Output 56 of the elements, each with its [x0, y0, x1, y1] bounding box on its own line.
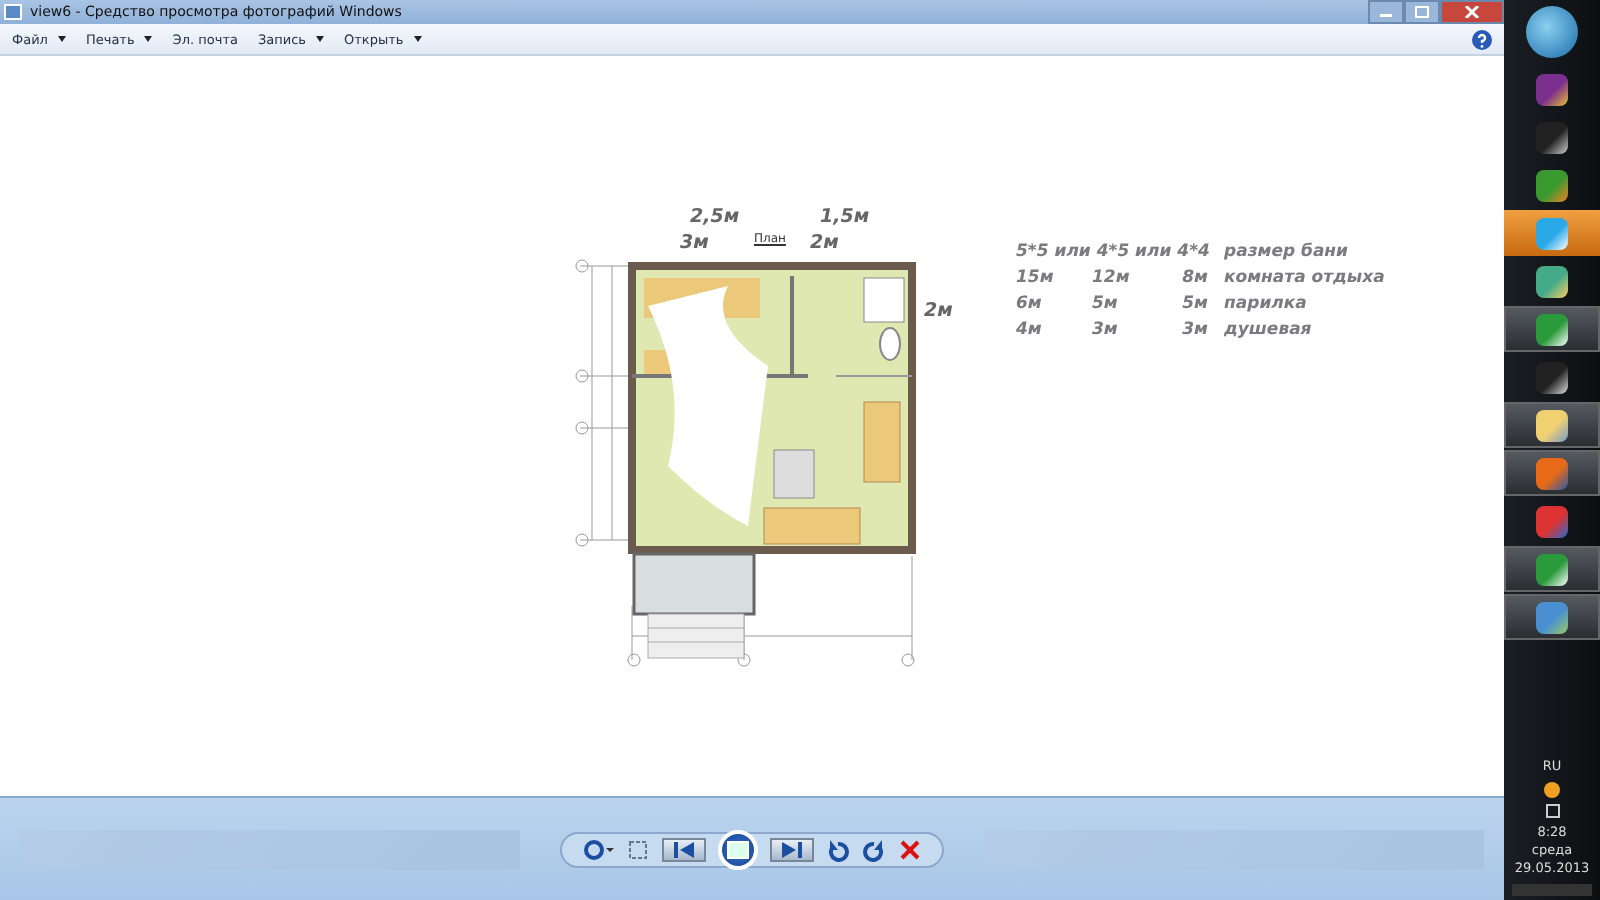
dimension-note: 2м: [810, 232, 839, 254]
minimize-button[interactable]: [1368, 0, 1404, 24]
area-value: 3м: [1092, 320, 1120, 340]
area-value: 4м: [1016, 320, 1044, 340]
area-value: 15м: [1016, 268, 1056, 288]
app-icon: [1536, 457, 1568, 489]
taskbar-button[interactable]: [1504, 546, 1600, 592]
app-icon: [1536, 121, 1568, 153]
row-label: душевая: [1222, 320, 1314, 340]
next-icon: [780, 839, 804, 859]
app-icon: [1536, 265, 1568, 297]
dimension-note: 3м: [680, 232, 709, 254]
previous-button[interactable]: [662, 837, 706, 861]
close-icon: [1464, 6, 1480, 18]
app-icon: [1536, 601, 1568, 633]
app-icon: [1536, 361, 1568, 393]
fit-window-icon[interactable]: [626, 837, 650, 861]
app-icon: [1536, 217, 1568, 249]
area-value: 12м: [1092, 268, 1132, 288]
row-label: размер бани: [1222, 242, 1351, 262]
dimension-note: 2м: [924, 300, 953, 322]
app-icon: [1536, 169, 1568, 201]
area-value: 8м: [1180, 268, 1210, 288]
photo-icon: [4, 4, 22, 20]
row-label: парилка: [1222, 294, 1309, 314]
taskbar-button[interactable]: [1504, 450, 1600, 496]
row-label: комната отдыха: [1222, 268, 1385, 288]
previous-icon: [672, 839, 696, 859]
size-options: 5*5 или 4*5 или 4*4: [1016, 242, 1216, 262]
slideshow-button[interactable]: [718, 829, 758, 869]
taskbar-button[interactable]: [1504, 306, 1600, 352]
delete-icon[interactable]: [898, 837, 922, 861]
taskbar-button[interactable]: [1504, 402, 1600, 448]
maximize-icon: [1414, 6, 1430, 18]
app-icon: [1536, 73, 1568, 105]
area-value: 5м: [1092, 294, 1120, 314]
app-icon: [1536, 505, 1568, 537]
help-icon[interactable]: [1472, 29, 1492, 49]
app-icon: [1536, 553, 1568, 585]
area-value: 5м: [1180, 294, 1210, 314]
rotate-left-icon[interactable]: [826, 837, 850, 861]
start-button[interactable]: [1526, 6, 1578, 58]
rotate-right-icon[interactable]: [862, 837, 886, 861]
taskbar-button[interactable]: [1504, 594, 1600, 640]
app-icon: [1536, 313, 1568, 345]
dimension-note: 1,5м: [820, 206, 870, 228]
area-value: 6м: [1016, 294, 1044, 314]
dimension-note: 2,5м: [690, 206, 740, 228]
picture-icon: [726, 839, 750, 859]
notification-icon[interactable]: [1544, 782, 1560, 798]
next-button[interactable]: [770, 837, 814, 861]
maximize-button[interactable]: [1404, 0, 1440, 24]
area-value: 3м: [1180, 320, 1210, 340]
close-button[interactable]: [1440, 0, 1504, 24]
app-icon: [1536, 409, 1568, 441]
zoom-icon[interactable]: [582, 837, 614, 861]
